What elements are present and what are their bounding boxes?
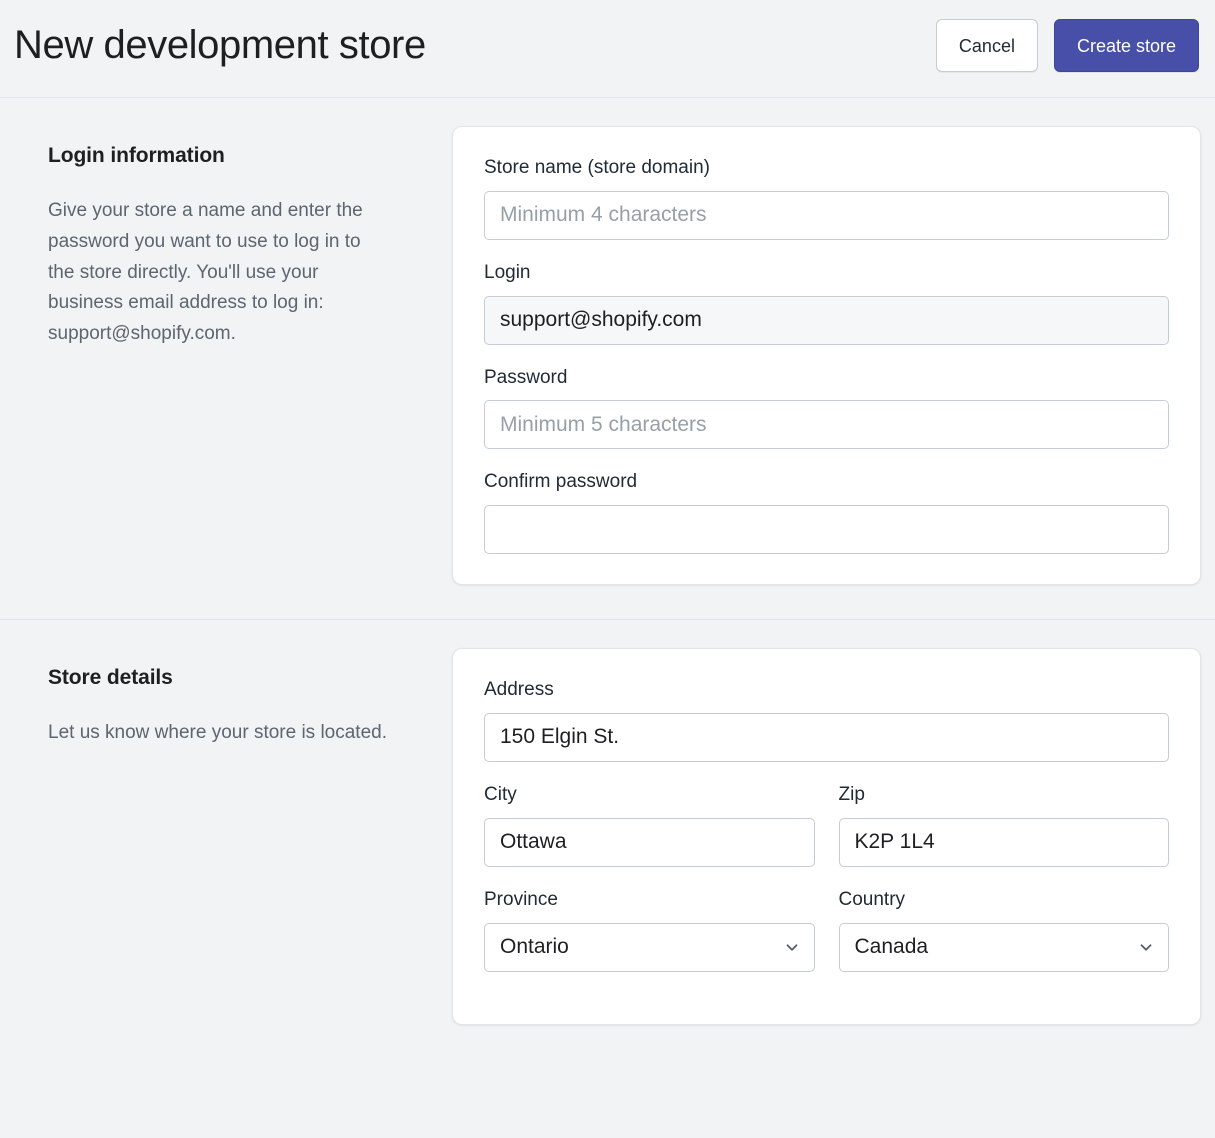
store-name-input[interactable] — [484, 190, 1169, 240]
page-title: New development store — [14, 22, 426, 67]
country-select-wrap — [838, 922, 1169, 972]
store-details-section: Store details Let us know where your sto… — [0, 620, 1215, 1025]
zip-label: Zip — [838, 783, 865, 805]
store-details-card: Address City Zip Province — [452, 648, 1201, 1025]
create-store-button[interactable]: Create store — [1053, 19, 1199, 72]
city-zip-row: City Zip — [484, 784, 1169, 889]
city-field: City — [484, 784, 815, 867]
zip-field: Zip — [838, 783, 1169, 867]
login-information-title: Login information — [48, 144, 225, 167]
login-field: Login — [484, 262, 1169, 345]
section-gap-top — [0, 585, 1215, 619]
province-select[interactable] — [484, 922, 815, 972]
login-information-card: Store name (store domain) Login Password… — [452, 126, 1201, 586]
password-field: Password — [484, 367, 1169, 450]
country-select[interactable] — [838, 922, 1169, 972]
country-field: Country — [838, 888, 1169, 972]
login-label: Login — [484, 261, 531, 283]
login-input[interactable] — [484, 295, 1169, 345]
province-field: Province — [484, 889, 815, 972]
province-select-wrap — [484, 922, 815, 972]
confirm-password-input[interactable] — [484, 505, 1169, 555]
address-input[interactable] — [484, 712, 1169, 762]
cancel-button[interactable]: Cancel — [935, 19, 1038, 72]
new-development-store-page: New development store Cancel Create stor… — [0, 0, 1215, 1138]
store-details-aside: Store details Let us know where your sto… — [0, 620, 452, 749]
confirm-password-field: Confirm password — [484, 471, 1169, 555]
store-details-title: Store details — [48, 666, 173, 690]
login-information-aside: Login information Give your store a name… — [0, 98, 452, 350]
province-label: Province — [484, 888, 558, 910]
store-name-field: Store name (store domain) — [484, 157, 1169, 240]
password-input[interactable] — [484, 400, 1169, 450]
password-label: Password — [484, 366, 568, 388]
store-details-card-wrap: Address City Zip Province — [452, 620, 1201, 1025]
city-label: City — [484, 783, 517, 805]
address-field: Address — [484, 679, 1169, 762]
store-details-description: Let us know where your store is located. — [48, 722, 388, 744]
login-information-card-wrap: Store name (store domain) Login Password… — [452, 98, 1201, 586]
confirm-password-label: Confirm password — [484, 471, 638, 493]
province-country-row: Province Country — [484, 889, 1169, 994]
city-input[interactable] — [484, 817, 815, 867]
login-information-section: Login information Give your store a name… — [0, 98, 1215, 586]
header-actions: Cancel Create store — [935, 19, 1199, 78]
address-label: Address — [484, 679, 554, 701]
country-label: Country — [838, 888, 906, 910]
store-name-label: Store name (store domain) — [484, 157, 710, 178]
login-information-description: Give your store a name and enter the pas… — [48, 200, 363, 345]
zip-input[interactable] — [838, 817, 1169, 867]
page-header: New development store Cancel Create stor… — [0, 0, 1215, 98]
